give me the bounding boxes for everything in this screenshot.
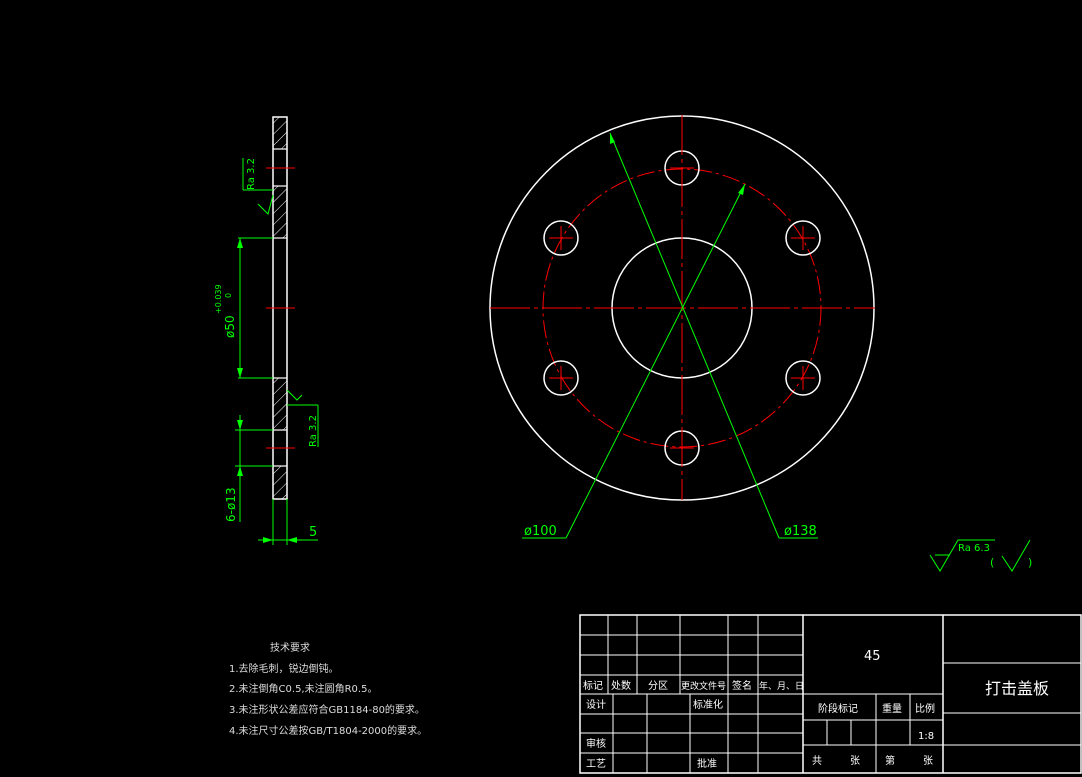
- dim-bore-tol: +0.039: [214, 284, 223, 314]
- rev-header: 标记: [583, 680, 603, 692]
- scale-value: 1:8: [918, 731, 934, 742]
- roughness-bottom-label: Ra 3.2: [308, 415, 319, 447]
- section-view: Ra 3.2 Ra 3.2 ø50 +0.039 0 6-ø13 5: [214, 116, 319, 545]
- dim-bore-label: ø50: [223, 315, 237, 338]
- weight-label: 重量: [882, 702, 902, 715]
- sheets-unit-label: 张: [850, 755, 860, 767]
- title-block: 标记 处数 分区 更改文件号 签名 年、月、日 设计 标准化 审核 工艺 批准 …: [579, 614, 1082, 774]
- roughness-paren-close: ): [1028, 556, 1032, 569]
- tech-requirement-item: 3.未注形状公差应符合GB1184-80的要求。: [229, 703, 425, 716]
- hatch-segment: [273, 466, 287, 499]
- rev-header: 年、月、日: [759, 680, 804, 692]
- rev-header: 处数: [611, 679, 631, 692]
- hatch-segment: [273, 186, 287, 238]
- scale-label: 比例: [915, 702, 935, 715]
- process-label: 工艺: [586, 758, 606, 770]
- hatch-segment: [273, 117, 287, 149]
- tech-requirement-item: 4.未注尺寸公差按GB/T1804-2000的要求。: [229, 724, 427, 737]
- stage-mark-label: 阶段标记: [818, 702, 858, 715]
- rev-header: 分区: [648, 680, 668, 692]
- dim-outer-label: ø138: [784, 524, 817, 539]
- approve-label: 批准: [697, 757, 717, 770]
- leader-arrows: [610, 133, 745, 195]
- dim-holes-label: 6-ø13: [224, 487, 238, 522]
- part-name: 打击盖板: [985, 679, 1049, 698]
- dim-bore-tol2: 0: [224, 293, 233, 298]
- tech-requirement-item: 2.未注倒角C0.5,未注圆角R0.5。: [229, 682, 377, 695]
- dim-thickness-label: 5: [309, 525, 317, 540]
- sheet-no-label: 第: [885, 754, 895, 767]
- cad-drawing: Ra 3.2 Ra 3.2 ø50 +0.039 0 6-ø13 5 ø100 …: [214, 115, 1082, 774]
- rev-header: 更改文件号: [681, 680, 726, 692]
- plan-view: ø100 ø138: [489, 115, 875, 539]
- design-label: 设计: [586, 698, 606, 711]
- rev-header: 签名: [732, 679, 752, 692]
- sheets-unit-label: 张: [923, 755, 933, 767]
- tech-requirement-item: 1.去除毛刺，锐边倒钝。: [229, 662, 339, 675]
- hatch-segment: [273, 378, 287, 430]
- tech-requirements-title: 技术要求: [270, 641, 310, 654]
- material-value: 45: [864, 649, 881, 664]
- general-roughness: Ra 6.3 ( ): [929, 539, 1032, 572]
- roughness-paren-open: (: [990, 556, 994, 569]
- standardization-label: 标准化: [693, 698, 723, 711]
- sheets-total-label: 共: [812, 755, 822, 767]
- dim-pcd-label: ø100: [524, 524, 557, 539]
- review-label: 审核: [586, 737, 606, 750]
- roughness-top-label: Ra 3.2: [246, 158, 257, 190]
- general-roughness-value: Ra 6.3: [958, 543, 990, 554]
- check-roughness-icon: [1001, 539, 1031, 572]
- tech-requirements: 技术要求 1.去除毛刺，锐边倒钝。 2.未注倒角C0.5,未注圆角R0.5。 3…: [229, 641, 427, 737]
